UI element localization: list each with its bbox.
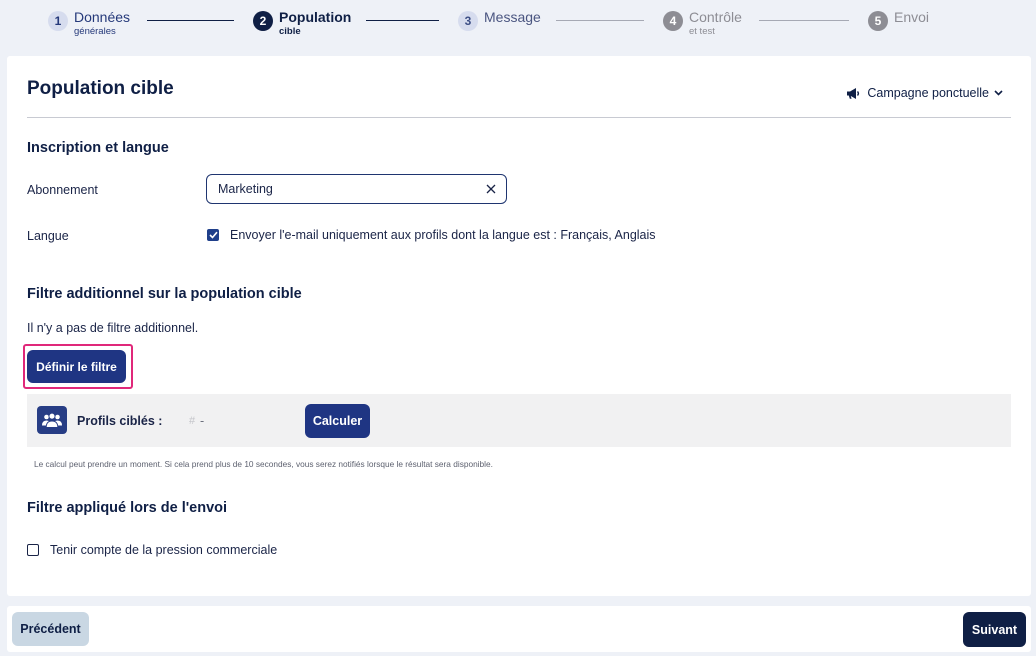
step-number: 4 [663, 11, 683, 31]
step-number: 3 [458, 11, 478, 31]
language-label: Langue [27, 229, 69, 243]
step-label: Population [279, 9, 352, 25]
campaign-type-dropdown[interactable]: Campagne ponctuelle [846, 86, 1003, 100]
close-icon[interactable] [484, 182, 498, 196]
previous-button[interactable]: Précédent [12, 612, 89, 646]
step-connector [759, 20, 849, 21]
language-checkbox[interactable] [207, 229, 219, 241]
next-button[interactable]: Suivant [963, 612, 1026, 647]
targeted-profiles-value: - [200, 414, 205, 428]
step-controle[interactable]: 4 Contrôle et test [663, 10, 742, 37]
step-connector [556, 20, 644, 21]
step-sublabel: et test [689, 26, 715, 37]
footer-bar: Précédent Suivant [7, 606, 1031, 652]
step-message[interactable]: 3 Message [458, 10, 541, 31]
language-checkbox-label: Envoyer l'e-mail uniquement aux profils … [230, 228, 656, 242]
subscription-select[interactable]: Marketing [206, 174, 507, 204]
step-connector [147, 20, 234, 21]
step-number: 2 [253, 11, 273, 31]
pressure-checkbox[interactable] [27, 544, 39, 556]
step-sublabel: générales [74, 26, 116, 37]
users-icon [37, 406, 67, 434]
step-envoi[interactable]: 5 Envoi [868, 10, 929, 31]
step-label: Données [74, 9, 131, 25]
header-divider [27, 117, 1011, 118]
calculation-note: Le calcul peut prendre un moment. Si cel… [34, 459, 493, 469]
pressure-checkbox-label: Tenir compte de la pression commerciale [50, 543, 278, 557]
step-donnees-generales[interactable]: 1 Données générales [48, 10, 130, 37]
calculate-button[interactable]: Calculer [305, 404, 370, 438]
main-card: Population cible Campagne ponctuelle Ins… [7, 56, 1031, 596]
no-filter-text: Il n'y a pas de filtre additionnel. [27, 321, 199, 335]
megaphone-icon [847, 87, 860, 99]
targeted-profiles-bar: Profils ciblés : # - Calculer [27, 394, 1011, 447]
campaign-type-label: Campagne ponctuelle [867, 86, 989, 100]
section-title-send-filter: Filtre appliqué lors de l'envoi [27, 500, 228, 516]
step-number: 5 [868, 11, 888, 31]
step-label: Contrôle [689, 9, 742, 25]
wizard-stepper: 1 Données générales 2 Population cible 3… [0, 0, 1036, 52]
step-label: Message [484, 9, 541, 25]
page-title: Population cible [27, 78, 174, 99]
section-title-inscription: Inscription et langue [27, 140, 169, 156]
language-checkbox-row[interactable]: Envoyer l'e-mail uniquement aux profils … [207, 228, 656, 242]
step-sublabel: cible [279, 26, 301, 37]
step-population-cible[interactable]: 2 Population cible [253, 10, 351, 37]
section-title-additional-filter: Filtre additionnel sur la population cib… [27, 286, 302, 302]
checkmark-icon [208, 231, 218, 239]
targeted-profiles-label: Profils ciblés : [77, 414, 163, 428]
subscription-value: Marketing [218, 182, 273, 196]
step-connector [366, 20, 439, 21]
define-filter-button[interactable]: Définir le filtre [27, 350, 126, 383]
step-label: Envoi [894, 9, 930, 25]
chevron-down-icon [994, 90, 1003, 96]
step-number: 1 [48, 11, 68, 31]
hash-icon: # [189, 415, 196, 427]
pressure-checkbox-row[interactable]: Tenir compte de la pression commerciale [27, 543, 277, 557]
subscription-label: Abonnement [27, 183, 98, 197]
